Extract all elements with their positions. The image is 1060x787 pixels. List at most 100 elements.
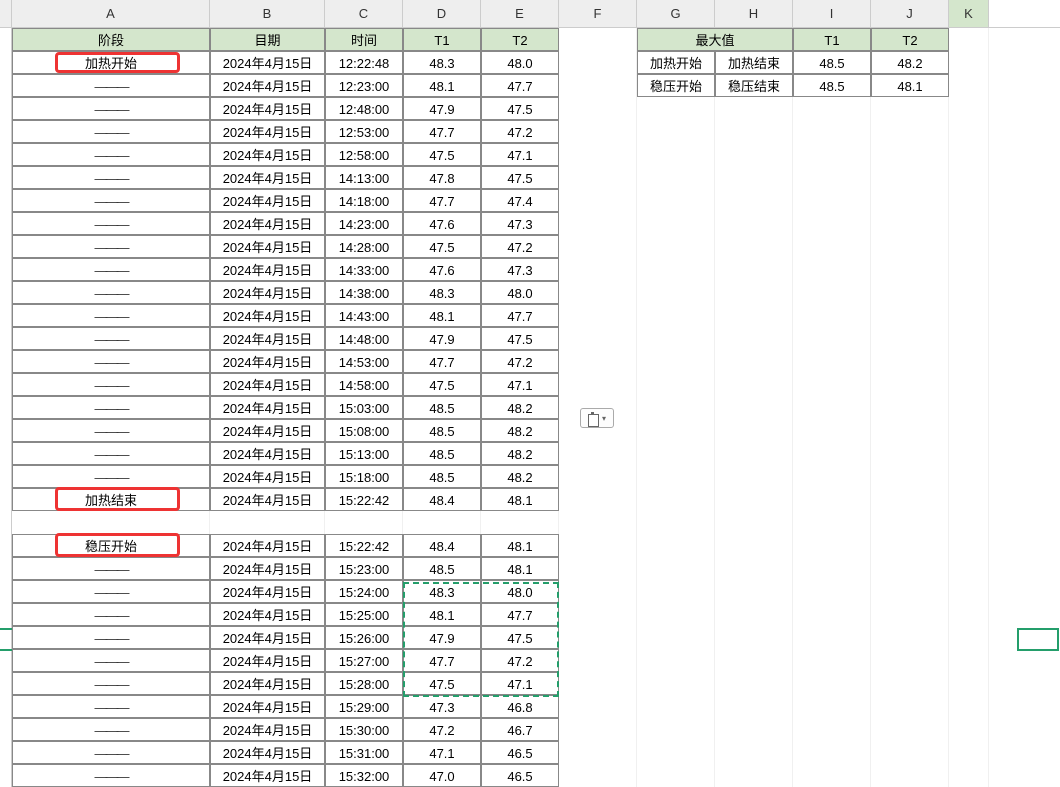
cell-t2[interactable]: 46.7 (481, 718, 559, 741)
cell-stage[interactable]: ——— (12, 97, 210, 120)
cell-stage[interactable]: ——— (12, 764, 210, 787)
cell-blank[interactable] (871, 327, 949, 350)
cell-stage[interactable]: ——— (12, 580, 210, 603)
cell-t2[interactable]: 47.4 (481, 189, 559, 212)
cell-stage[interactable]: ——— (12, 465, 210, 488)
cell-blank[interactable] (559, 281, 637, 304)
cell-t1[interactable]: 47.7 (403, 350, 481, 373)
summary-r2-a[interactable]: 稳压开始 (637, 74, 715, 97)
cell-t1[interactable]: 48.1 (403, 603, 481, 626)
cell-stage[interactable]: ——— (12, 304, 210, 327)
cell-blank[interactable] (559, 649, 637, 672)
cell-blank[interactable] (871, 235, 949, 258)
cell-blank[interactable] (637, 695, 715, 718)
cell-t2[interactable]: 48.1 (481, 488, 559, 511)
cell-date[interactable]: 2024年4月15日 (210, 189, 325, 212)
cell-date[interactable]: 2024年4月15日 (210, 258, 325, 281)
cell-time[interactable]: 15:08:00 (325, 419, 403, 442)
cell-t2[interactable]: 48.0 (481, 51, 559, 74)
cell-blank[interactable] (559, 442, 637, 465)
col-header-F[interactable]: F (559, 0, 637, 27)
cell-blank[interactable] (871, 97, 949, 120)
cell-t1[interactable]: 47.9 (403, 626, 481, 649)
cell-time[interactable]: 15:22:42 (325, 534, 403, 557)
cell-blank[interactable] (637, 396, 715, 419)
cell-blank[interactable] (949, 350, 989, 373)
cell-blank[interactable] (637, 649, 715, 672)
cell-blank[interactable] (793, 764, 871, 787)
cell-stage[interactable]: 加热开始 (12, 51, 210, 74)
cell-blank[interactable] (949, 97, 989, 120)
cell-t2[interactable]: 47.7 (481, 304, 559, 327)
cell-blank[interactable] (949, 534, 989, 557)
cell-t2[interactable]: 46.5 (481, 741, 559, 764)
cell-blank[interactable] (793, 557, 871, 580)
cell-blank[interactable] (793, 97, 871, 120)
cell-date[interactable]: 2024年4月15日 (210, 143, 325, 166)
cell-blank[interactable] (949, 580, 989, 603)
cell-blank[interactable] (871, 281, 949, 304)
col-header-I[interactable]: I (793, 0, 871, 27)
cell-blank[interactable] (715, 166, 793, 189)
cell-time[interactable]: 12:48:00 (325, 97, 403, 120)
cell-date[interactable]: 2024年4月15日 (210, 212, 325, 235)
cell-blank[interactable] (715, 419, 793, 442)
cell-blank[interactable] (559, 718, 637, 741)
summary-r2-t1[interactable]: 48.5 (793, 74, 871, 97)
cell-blank[interactable] (871, 695, 949, 718)
cell-time[interactable]: 15:13:00 (325, 442, 403, 465)
cell-blank[interactable] (637, 764, 715, 787)
col-header-J[interactable]: J (871, 0, 949, 27)
cell-blank[interactable] (715, 120, 793, 143)
cell-blank[interactable] (715, 396, 793, 419)
col-header-D[interactable]: D (403, 0, 481, 27)
cell-stage[interactable]: 稳压开始 (12, 534, 210, 557)
cell-stage[interactable]: ——— (12, 258, 210, 281)
cell-blank[interactable] (715, 373, 793, 396)
cell-blank[interactable] (637, 166, 715, 189)
cell-blank[interactable] (871, 304, 949, 327)
cell-blank[interactable] (559, 74, 637, 97)
cell-blank[interactable] (715, 580, 793, 603)
cell-date[interactable]: 2024年4月15日 (210, 396, 325, 419)
cell-blank[interactable] (559, 166, 637, 189)
cell-t2[interactable]: 48.0 (481, 580, 559, 603)
cell-time[interactable]: 15:32:00 (325, 764, 403, 787)
cell-blank[interactable] (949, 442, 989, 465)
cell-t1[interactable]: 48.5 (403, 442, 481, 465)
cell-blank[interactable] (637, 189, 715, 212)
cell-blank[interactable] (871, 534, 949, 557)
cell-blank[interactable] (637, 212, 715, 235)
cell-t2[interactable]: 47.1 (481, 373, 559, 396)
cell-stage[interactable]: ——— (12, 672, 210, 695)
header-t1[interactable]: T1 (403, 28, 481, 51)
cell-t2[interactable]: 47.3 (481, 258, 559, 281)
cell-blank[interactable] (715, 672, 793, 695)
cell-blank[interactable] (793, 580, 871, 603)
cell-date[interactable]: 2024年4月15日 (210, 695, 325, 718)
cell-blank[interactable] (637, 350, 715, 373)
cell-stage[interactable]: ——— (12, 626, 210, 649)
cell-blank[interactable] (871, 143, 949, 166)
cell-blank[interactable] (871, 373, 949, 396)
cell-blank[interactable] (559, 373, 637, 396)
cell-blank[interactable] (793, 143, 871, 166)
paste-options-button[interactable]: ▾ (580, 408, 614, 428)
cell-date[interactable]: 2024年4月15日 (210, 74, 325, 97)
cell-blank[interactable] (715, 534, 793, 557)
cell-blank[interactable] (715, 626, 793, 649)
cell-blank[interactable] (871, 120, 949, 143)
cell-blank[interactable] (793, 281, 871, 304)
cell-date[interactable]: 2024年4月15日 (210, 327, 325, 350)
cell-blank[interactable] (949, 258, 989, 281)
summary-r1-a[interactable]: 加热开始 (637, 51, 715, 74)
cell-blank[interactable] (637, 258, 715, 281)
cell-t1[interactable]: 48.3 (403, 580, 481, 603)
cell-blank[interactable] (949, 143, 989, 166)
cell-blank[interactable] (637, 488, 715, 511)
cell-blank[interactable] (637, 235, 715, 258)
cell-t1[interactable]: 47.9 (403, 327, 481, 350)
cell-t2[interactable]: 48.2 (481, 419, 559, 442)
cell-time[interactable]: 15:03:00 (325, 396, 403, 419)
cell-stage[interactable]: ——— (12, 327, 210, 350)
